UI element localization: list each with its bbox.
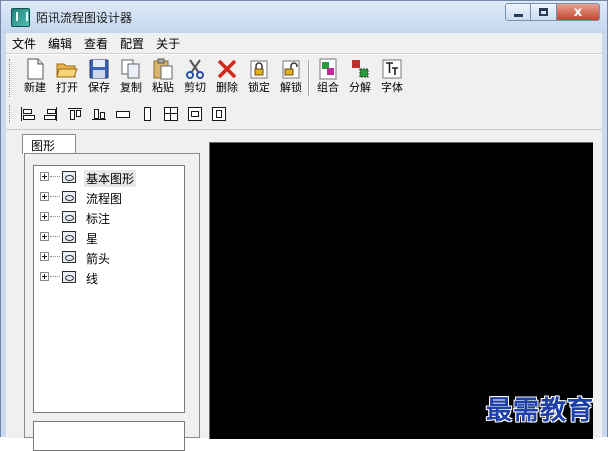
- same-size-icon[interactable]: [164, 107, 178, 121]
- shape-category-icon: [62, 231, 76, 243]
- group-button[interactable]: 组合: [312, 58, 344, 100]
- lock-icon: [248, 58, 270, 80]
- scissors-icon: [184, 58, 206, 80]
- menu-bar: 文件 编辑 查看 配置 关于: [6, 33, 602, 54]
- same-width-icon[interactable]: [116, 107, 130, 121]
- toolbar-grip[interactable]: [9, 105, 13, 123]
- expand-icon[interactable]: [40, 272, 49, 281]
- tree-item-basic-shapes[interactable]: 基本图形: [40, 169, 180, 187]
- open-folder-icon: [56, 58, 78, 80]
- ungroup-label: 分解: [349, 81, 371, 94]
- ungroup-icon: [349, 58, 371, 80]
- app-logo-icon: [11, 8, 30, 27]
- tree-item-callouts[interactable]: 标注: [40, 209, 180, 227]
- close-button[interactable]: x: [557, 3, 600, 21]
- tree-item-lines[interactable]: 线: [40, 269, 180, 287]
- tree-item-label: 箭头: [86, 252, 111, 266]
- delete-label: 删除: [216, 81, 238, 94]
- tree-item-label: 星: [86, 232, 99, 246]
- tree-item-label: 线: [86, 272, 99, 286]
- maximize-button[interactable]: [531, 3, 557, 21]
- menu-config[interactable]: 配置: [114, 35, 150, 52]
- new-label: 新建: [24, 81, 46, 94]
- menu-file[interactable]: 文件: [6, 35, 42, 52]
- ungroup-button[interactable]: 分解: [344, 58, 376, 100]
- window-title: 陌讯流程图设计器: [36, 11, 133, 25]
- expand-icon[interactable]: [40, 232, 49, 241]
- paste-button[interactable]: 粘贴: [147, 58, 179, 100]
- cut-button[interactable]: 剪切: [179, 58, 211, 100]
- delete-x-icon: [216, 58, 238, 80]
- open-button[interactable]: 打开: [51, 58, 83, 100]
- expand-icon[interactable]: [40, 172, 49, 181]
- tree-item-stars[interactable]: 星: [40, 229, 180, 247]
- cut-label: 剪切: [184, 81, 206, 94]
- open-label: 打开: [56, 81, 78, 94]
- tree-item-label: 标注: [86, 212, 111, 226]
- save-button[interactable]: 保存: [83, 58, 115, 100]
- menu-edit[interactable]: 编辑: [42, 35, 78, 52]
- shape-tree[interactable]: 基本图形 流程图 标注 星 箭头 线: [33, 165, 185, 413]
- unlock-label: 解锁: [280, 81, 302, 94]
- copy-button[interactable]: 复制: [115, 58, 147, 100]
- align-right-icon[interactable]: [44, 107, 58, 121]
- shape-category-icon: [62, 251, 76, 263]
- align-top-icon[interactable]: [68, 107, 82, 121]
- window-controls: x: [505, 3, 600, 21]
- font-button[interactable]: 字体: [376, 58, 408, 100]
- tree-item-label: 流程图: [86, 192, 123, 206]
- tab-shapes[interactable]: 图形: [22, 134, 76, 154]
- expand-icon[interactable]: [40, 252, 49, 261]
- expand-icon[interactable]: [40, 192, 49, 201]
- save-label: 保存: [88, 81, 110, 94]
- toolbar-grip[interactable]: [9, 59, 13, 97]
- tree-item-flowchart[interactable]: 流程图: [40, 189, 180, 207]
- property-panel[interactable]: [33, 421, 185, 451]
- menu-about[interactable]: 关于: [150, 35, 186, 52]
- font-icon: [381, 58, 403, 80]
- copy-label: 复制: [120, 81, 142, 94]
- shape-category-icon: [62, 171, 76, 183]
- delete-button[interactable]: 删除: [211, 58, 243, 100]
- shape-category-icon: [62, 211, 76, 223]
- menu-view[interactable]: 查看: [78, 35, 114, 52]
- toolbar-separator: [308, 60, 310, 96]
- close-icon: x: [573, 5, 583, 20]
- splitter[interactable]: [204, 130, 208, 438]
- lock-label: 锁定: [248, 81, 270, 94]
- align-bottom-icon[interactable]: [92, 107, 106, 121]
- maximize-icon: [539, 8, 548, 16]
- app-window: 陌讯流程图设计器 x 文件 编辑 查看 配置 关于 新建 打开 保存 复制 粘贴…: [0, 0, 608, 451]
- copy-icon: [120, 58, 142, 80]
- align-toolbar: [6, 101, 602, 130]
- paste-icon: [152, 58, 174, 80]
- shapes-panel: 基本图形 流程图 标注 星 箭头 线: [24, 153, 200, 451]
- font-label: 字体: [381, 81, 403, 94]
- main-toolbar: 新建 打开 保存 复制 粘贴 剪切 删除 锁定 解锁 组合 分解 字体: [6, 54, 602, 102]
- shape-category-icon: [62, 271, 76, 283]
- new-button[interactable]: 新建: [19, 58, 51, 100]
- paste-label: 粘贴: [152, 81, 174, 94]
- minimize-icon: [514, 14, 523, 17]
- center-vertical-icon[interactable]: [212, 107, 226, 121]
- unlock-button[interactable]: 解锁: [275, 58, 307, 100]
- shape-category-icon: [62, 191, 76, 203]
- group-label: 组合: [317, 81, 339, 94]
- lock-button[interactable]: 锁定: [243, 58, 275, 100]
- same-height-icon[interactable]: [140, 107, 154, 121]
- save-disk-icon: [88, 58, 110, 80]
- title-bar[interactable]: 陌讯流程图设计器 x: [1, 1, 607, 33]
- tree-item-arrows[interactable]: 箭头: [40, 249, 180, 267]
- expand-icon[interactable]: [40, 212, 49, 221]
- new-file-icon: [24, 58, 46, 80]
- watermark-logo: 最需教育: [486, 396, 595, 426]
- minimize-button[interactable]: [505, 3, 531, 21]
- center-horizontal-icon[interactable]: [188, 107, 202, 121]
- unlock-icon: [280, 58, 302, 80]
- align-left-icon[interactable]: [20, 107, 35, 121]
- tree-item-label: 基本图形: [84, 170, 137, 187]
- group-icon: [317, 58, 339, 80]
